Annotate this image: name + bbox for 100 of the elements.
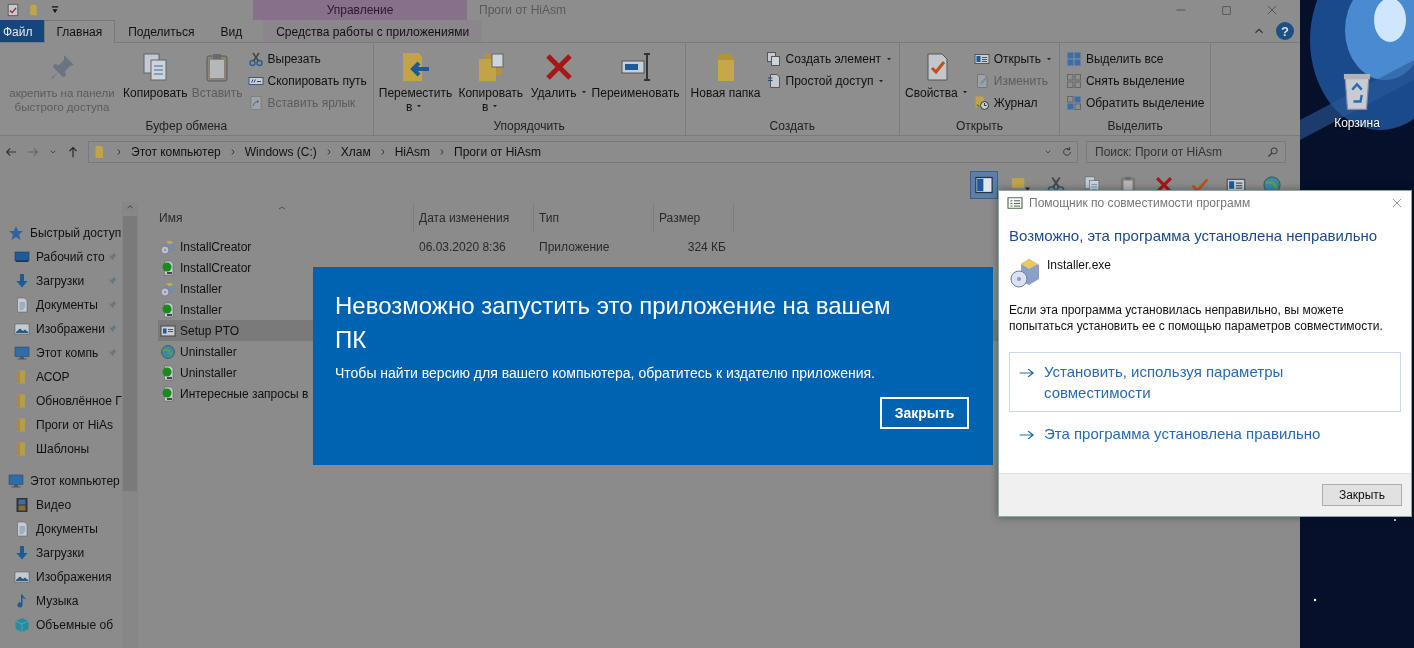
- nav-item[interactable]: АСОР: [0, 365, 122, 389]
- ribbon-button[interactable]: Новая папка: [689, 49, 762, 102]
- nav-item[interactable]: Быстрый доступ: [0, 221, 122, 245]
- breadcrumb[interactable]: HiAsm: [392, 145, 433, 159]
- box-disc-icon: [160, 238, 176, 255]
- check-page-icon[interactable]: [6, 3, 20, 17]
- scrollbar[interactable]: [122, 202, 138, 648]
- nav-item[interactable]: Обновлённое Г: [0, 389, 122, 413]
- nav-item[interactable]: Изображени: [0, 317, 122, 341]
- back-arrow-icon[interactable]: [4, 145, 18, 159]
- ribbon-button[interactable]: Свойства: [904, 49, 970, 102]
- down-arrow-icon: [14, 273, 30, 289]
- ribbon-button[interactable]: Копировать: [122, 49, 189, 102]
- monitor-icon: [14, 249, 30, 265]
- ribbon-tab[interactable]: Главная: [43, 20, 116, 43]
- image-icon: [14, 321, 30, 337]
- group-label: Выделить: [1106, 118, 1164, 135]
- file-name[interactable]: Интересные запросы в: [158, 385, 414, 402]
- column-header[interactable]: Размер: [654, 204, 734, 232]
- page-dot-icon: [160, 301, 176, 318]
- ribbon-button[interactable]: Скопировать путь: [245, 71, 369, 91]
- close-icon[interactable]: [1391, 197, 1403, 209]
- nav-item[interactable]: Рабочий сто: [0, 245, 122, 269]
- rename-icon: [619, 51, 652, 83]
- box-disc-icon: [160, 280, 176, 297]
- close-button[interactable]: Закрыть: [1322, 484, 1402, 506]
- table-cell-text: Приложение: [538, 239, 611, 254]
- ribbon-button[interactable]: Открыть: [971, 49, 1055, 69]
- nav-item[interactable]: Загрузки: [0, 541, 122, 565]
- group-label: Упорядочить: [492, 118, 566, 135]
- column-header[interactable]: Дата изменения: [414, 204, 534, 232]
- group-label: Открыть: [954, 118, 1005, 135]
- pages-icon: [765, 51, 782, 67]
- arrow-icon: [1018, 428, 1036, 442]
- nav-item[interactable]: Документы: [0, 517, 122, 541]
- address-bar[interactable]: Этот компьютер Windows (C:) Хлам HiAsm Проги от HiAsm: [88, 141, 1078, 163]
- page-dot-icon: [160, 364, 176, 381]
- nav-item[interactable]: Шаблоны: [0, 437, 122, 461]
- table-cell-text: 324 КБ: [686, 239, 727, 254]
- file-name: Installer.exe: [1047, 257, 1112, 272]
- breadcrumb[interactable]: Хлам: [338, 145, 373, 159]
- column-header[interactable]: Тип: [534, 204, 654, 232]
- context-tab-header: Управление: [253, 0, 467, 20]
- dialog-heading: Возможно, эта программа установлена неправильно: [1009, 227, 1379, 244]
- refresh-icon[interactable]: [1061, 146, 1073, 158]
- ribbon-button[interactable]: Вырезать: [245, 49, 369, 69]
- breadcrumb[interactable]: Проги от HiAsm: [452, 145, 543, 159]
- ribbon-tab[interactable]: Файл: [0, 20, 44, 42]
- shortcut-icon: [247, 95, 264, 111]
- cube-icon: [14, 617, 30, 633]
- nav-item[interactable]: Изображения: [0, 565, 122, 589]
- file-name[interactable]: InstallCreator: [158, 238, 414, 255]
- nav-item[interactable]: Загрузки: [0, 269, 122, 293]
- column-header[interactable]: Имя: [154, 204, 414, 232]
- maximize-icon[interactable]: [1221, 4, 1232, 16]
- nav-item[interactable]: Объемные об: [0, 613, 122, 637]
- close-icon[interactable]: [1266, 4, 1278, 16]
- nav-item[interactable]: Документы: [0, 293, 122, 317]
- dialog-title: Помощник по совместимости программ: [1029, 196, 1252, 210]
- nav-item[interactable]: Этот компьютер: [0, 469, 122, 493]
- document-icon: [14, 297, 30, 313]
- breadcrumb[interactable]: Этот компьютер: [129, 145, 223, 159]
- nav-item[interactable]: Музыка: [0, 589, 122, 613]
- ribbon-button[interactable]: Журнал: [971, 93, 1055, 113]
- help-button[interactable]: ?: [1276, 22, 1294, 40]
- ribbon-tab[interactable]: Средства работы с приложениями: [263, 20, 483, 42]
- ribbon-button[interactable]: Удалить: [529, 49, 589, 102]
- pane-icon[interactable]: [974, 175, 994, 195]
- close-button[interactable]: Закрыть: [880, 397, 969, 429]
- film-icon: [14, 497, 30, 513]
- ribbon-button[interactable]: Переместить в: [377, 49, 452, 116]
- document-icon: [14, 521, 30, 537]
- option-link[interactable]: Эта программа установлена правильно: [1009, 414, 1401, 453]
- ribbon-tab[interactable]: Поделиться: [115, 20, 208, 42]
- up-arrow-icon[interactable]: [66, 145, 80, 159]
- ribbon-button[interactable]: Простой доступ: [763, 71, 896, 91]
- ribbon-button[interactable]: Создать элемент: [763, 49, 896, 69]
- monitor-icon: [8, 473, 24, 489]
- ribbon-button[interactable]: Снять выделение: [1063, 71, 1207, 91]
- box-disc-icon: [1009, 256, 1041, 288]
- desktop-icon-label[interactable]: Корзина: [1334, 116, 1380, 130]
- file-name[interactable]: InstallCreator: [158, 259, 414, 276]
- chevron-icon: [115, 147, 123, 157]
- ribbon-button[interactable]: Выделить все: [1063, 49, 1207, 69]
- dialog-message: Чтобы найти версию для вашего компьютера, обратитесь к издателю приложения.: [335, 365, 876, 381]
- window-icon: [973, 51, 990, 67]
- nav-item[interactable]: Этот компь: [0, 341, 122, 365]
- list-window-icon: [1007, 196, 1023, 210]
- nav-item[interactable]: Проги от HiAs: [0, 413, 122, 437]
- search-field[interactable]: Поиск: Проги от HiAsm: [1086, 141, 1286, 163]
- ribbon-button[interactable]: Обратить выделение: [1063, 93, 1207, 113]
- ribbon-button[interactable]: Копировать в: [453, 49, 528, 116]
- ribbon-button[interactable]: Переименовать: [590, 49, 681, 102]
- sort-caret-icon: [276, 204, 288, 212]
- breadcrumb[interactable]: Windows (C:): [242, 145, 319, 159]
- option-link[interactable]: Установить, используя параметры совместимости: [1009, 352, 1401, 412]
- page-dot-icon: [160, 385, 176, 402]
- ribbon-tab[interactable]: Вид: [207, 20, 256, 42]
- window-icon: [160, 322, 176, 339]
- nav-item[interactable]: Видео: [0, 493, 122, 517]
